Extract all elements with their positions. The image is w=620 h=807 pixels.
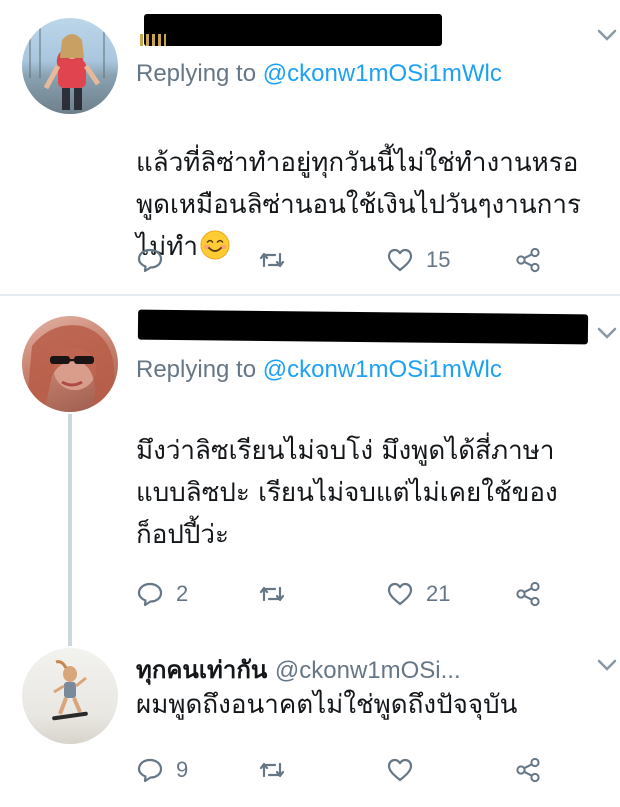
chevron-down-icon[interactable] (596, 326, 618, 340)
display-name[interactable]: ทุกคนเท่ากัน (136, 656, 267, 684)
tweet-1[interactable]: Replying to @ckonw1mOSi1mWlc แล้วที่ลิซ่… (0, 0, 620, 296)
like-button[interactable]: 21 (386, 576, 450, 612)
replying-to-handle[interactable]: @ckonw1mOSi1mWlc (263, 356, 502, 383)
retweet-button[interactable] (258, 752, 298, 788)
retweet-icon (259, 586, 285, 602)
replying-to-prefix: Replying to (136, 60, 263, 87)
reply-button[interactable] (136, 242, 176, 278)
heart-icon (387, 582, 413, 606)
like-button[interactable] (386, 752, 426, 788)
replying-to: Replying to @ckonw1mOSi1mWlc (136, 60, 502, 88)
reply-count: 9 (176, 757, 189, 782)
retweet-button[interactable] (258, 242, 298, 278)
chevron-down-icon[interactable] (596, 28, 618, 42)
tweet-text: มึงว่าลิซเรียนไม่จบโง่ มึงพูดได้สี่ภาษา … (136, 436, 558, 550)
replying-to-prefix: Replying to (136, 356, 263, 383)
chevron-down-icon[interactable] (596, 658, 618, 672)
reply-button[interactable]: 2 (136, 576, 188, 612)
retweet-icon (259, 762, 285, 778)
share-icon (516, 247, 540, 273)
share-icon (516, 757, 540, 783)
reply-icon (137, 758, 163, 783)
avatar[interactable] (22, 18, 118, 114)
tweet-actions: 2 21 (0, 576, 620, 612)
thread-line (68, 414, 72, 646)
avatar[interactable] (22, 648, 118, 744)
display-name-redacted (144, 14, 442, 46)
share-button[interactable] (514, 242, 542, 278)
tweet-3[interactable]: ทุกคนเท่ากัน @ckonw1mOSi... ผมพูดถึงอนาค… (0, 636, 620, 807)
reply-icon (137, 582, 163, 607)
heart-icon (387, 758, 413, 782)
tweet-2[interactable]: Replying to @ckonw1mOSi1mWlc มึงว่าลิซเร… (0, 296, 620, 636)
retweet-icon (259, 252, 285, 268)
user-handle[interactable]: @ckonw1mOSi... (275, 657, 461, 684)
avatar[interactable] (22, 316, 118, 412)
heart-icon (387, 248, 413, 272)
reply-count: 2 (176, 581, 189, 606)
replying-to-handle[interactable]: @ckonw1mOSi1mWlc (263, 60, 502, 87)
tweet-text: ผมพูดถึงอนาคตไม่ใช่พูดถึงปัจจุบัน (136, 690, 518, 720)
share-button[interactable] (514, 752, 542, 788)
share-icon (516, 581, 540, 607)
replying-to: Replying to @ckonw1mOSi1mWlc (136, 356, 502, 384)
tweet-actions: 15 (0, 242, 620, 278)
like-count: 21 (426, 581, 451, 606)
avatar-photo (29, 22, 105, 110)
avatar-photo (26, 325, 114, 412)
like-count: 15 (426, 247, 451, 272)
reply-button[interactable]: 9 (136, 752, 188, 788)
like-button[interactable]: 15 (386, 242, 450, 278)
name-fragment (140, 34, 166, 46)
display-name-redacted (137, 309, 589, 345)
retweet-button[interactable] (258, 576, 298, 612)
reply-icon (137, 248, 163, 273)
avatar-photo (52, 660, 88, 721)
share-button[interactable] (514, 576, 542, 612)
tweet-actions: 9 (0, 752, 620, 788)
